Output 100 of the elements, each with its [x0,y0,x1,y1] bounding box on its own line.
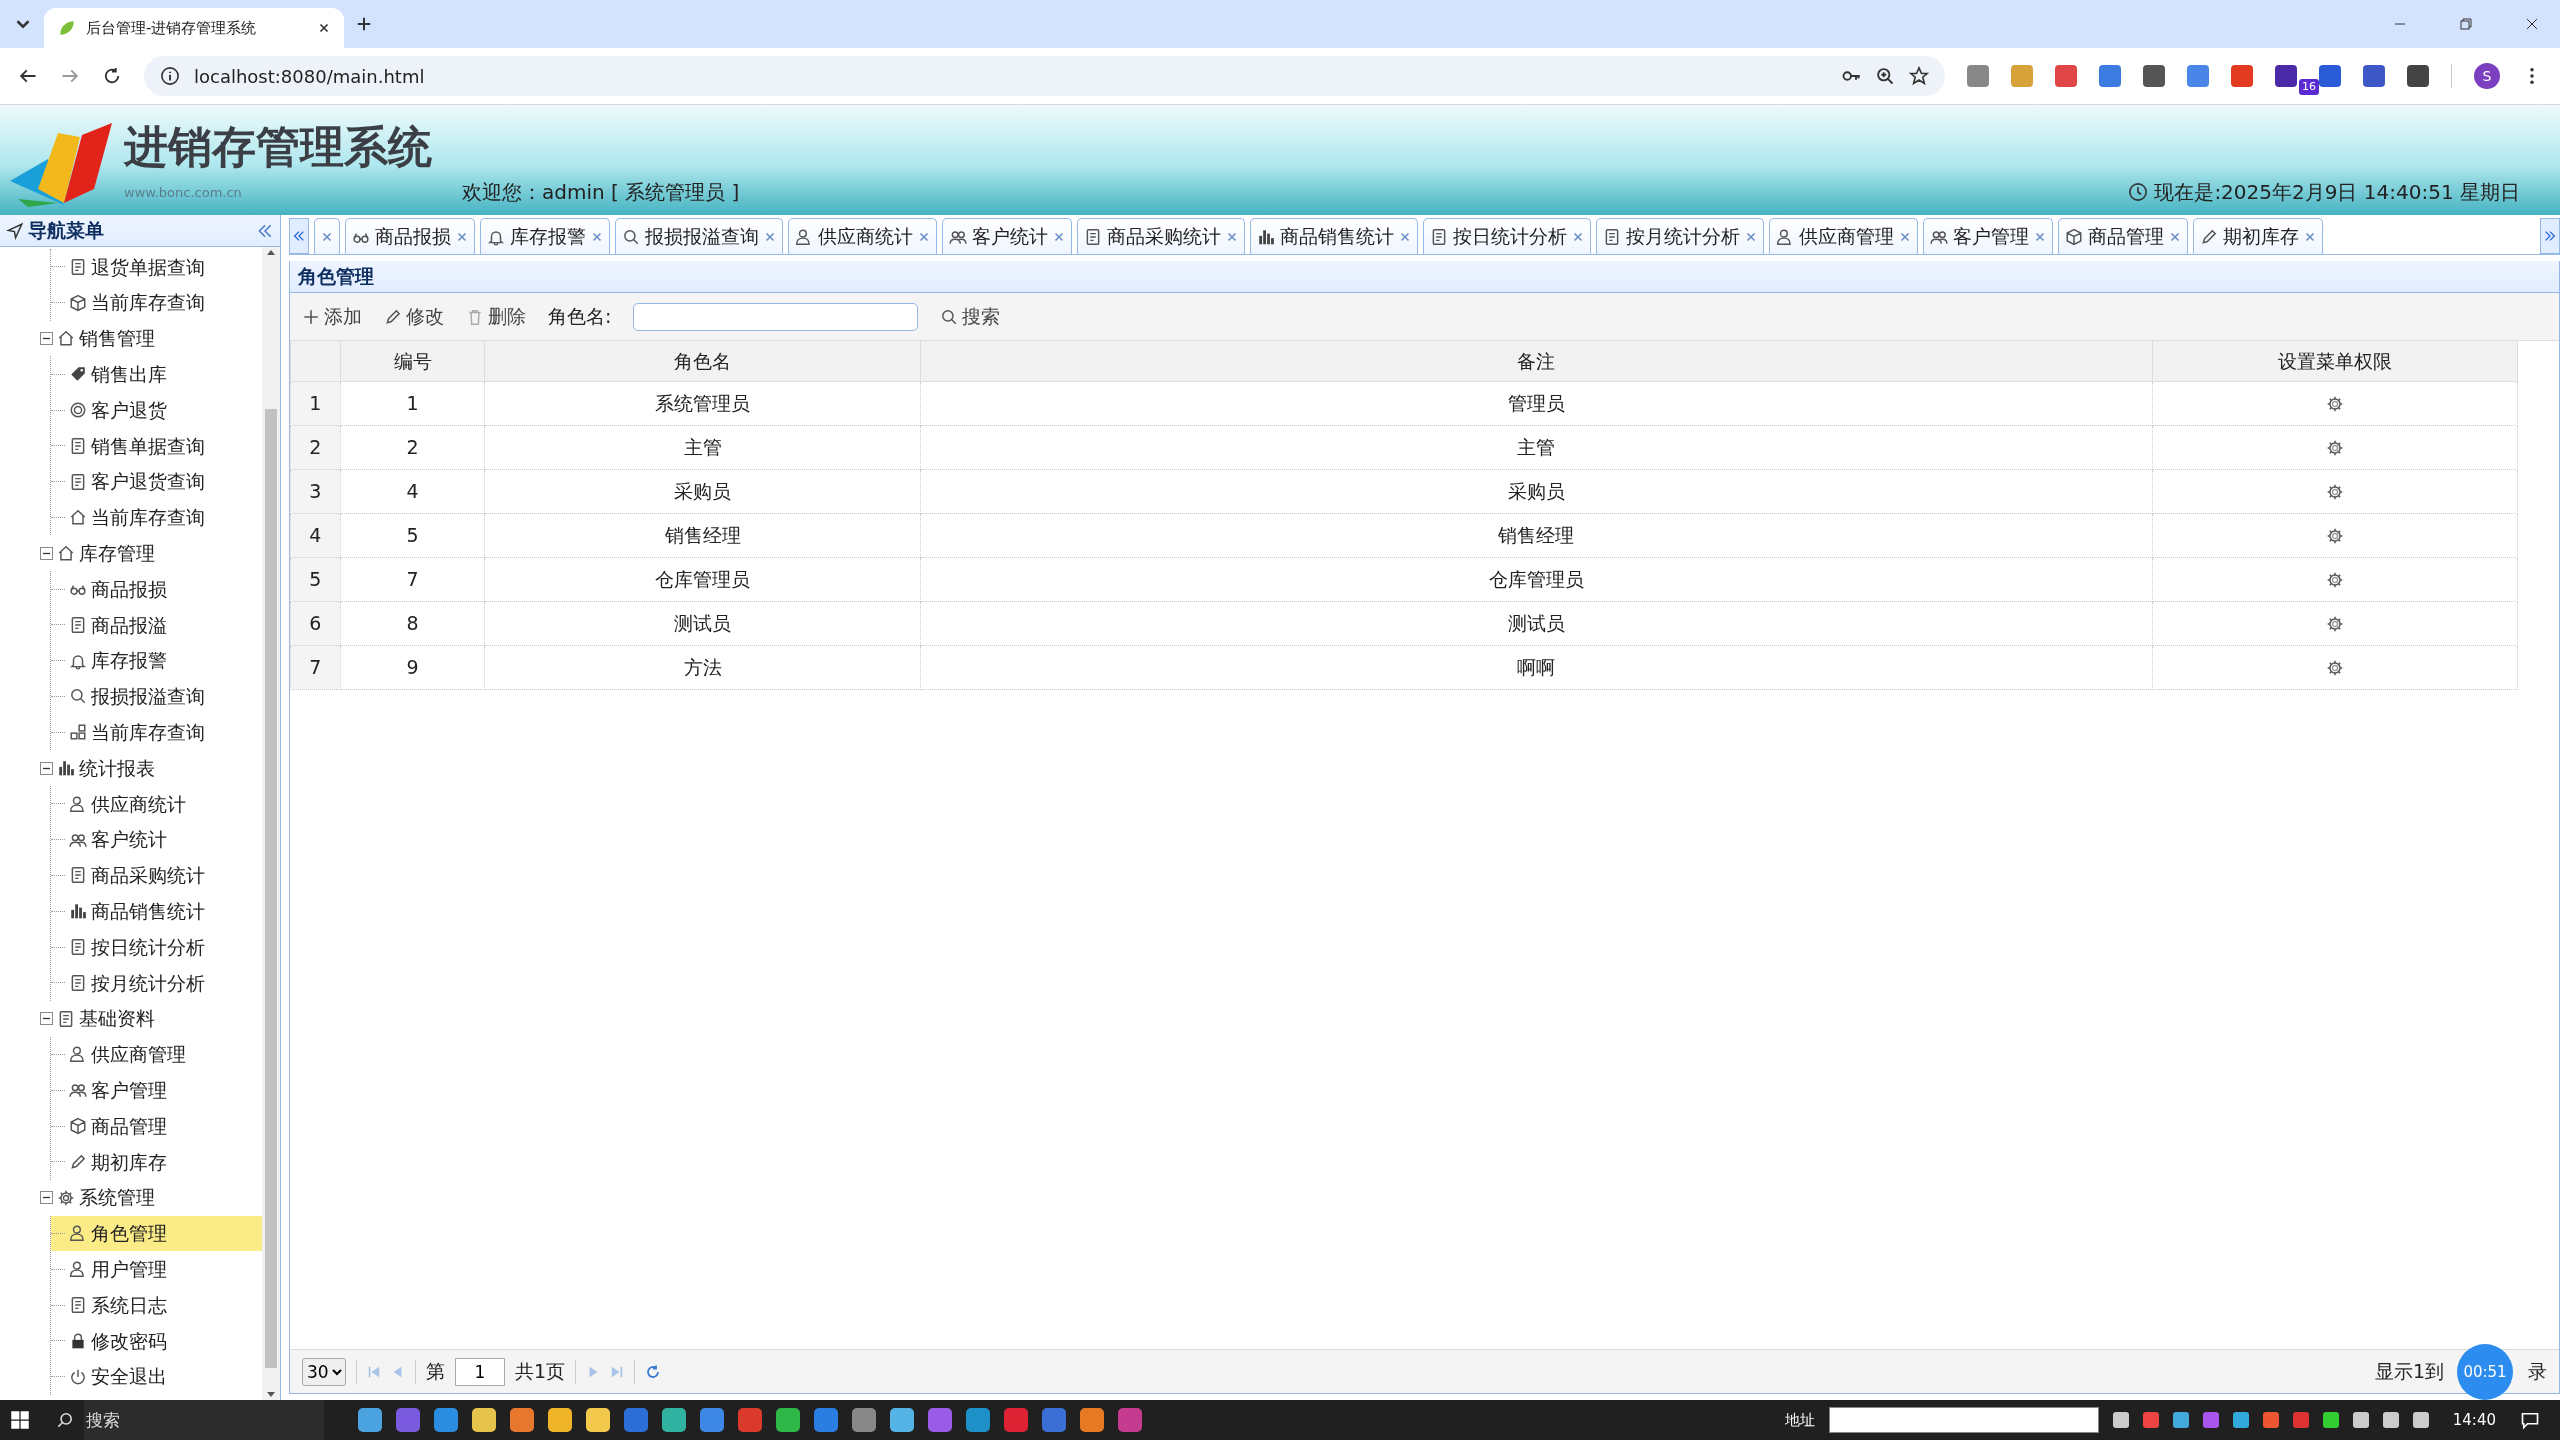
extension-icon[interactable] [2143,65,2165,87]
add-button[interactable]: 添加 [302,302,362,331]
tab[interactable]: 按日统计分析 [1423,218,1591,254]
taskbar-search-field[interactable]: 搜索 [84,1400,324,1440]
tab[interactable]: 商品销售统计 [1250,218,1418,254]
close-icon[interactable] [2524,16,2540,32]
taskbar-app-icon[interactable] [662,1408,686,1432]
tab[interactable]: 客户统计 [942,218,1072,254]
taskbar-app-icon[interactable] [510,1408,534,1432]
tree-item[interactable]: 销售单据查询 [51,428,262,464]
tree-item[interactable]: 客户统计 [51,821,262,858]
tab[interactable]: 供应商管理 [1769,218,1918,254]
tray-icon[interactable] [2322,1412,2339,1428]
tree-item[interactable]: 商品采购统计 [51,857,262,894]
search-button[interactable]: 搜索 [940,302,1001,331]
tray-icon[interactable] [2262,1412,2279,1428]
tray-icon[interactable] [2172,1412,2189,1428]
gear-icon[interactable] [2325,439,2344,458]
taskbar-app-icon[interactable] [852,1408,876,1432]
scroll-right-button[interactable] [2540,218,2560,254]
tree-item[interactable]: 报损报溢查询 [51,678,262,715]
extension-icon[interactable] [2275,65,2297,87]
taskbar-app-icon[interactable] [776,1408,800,1432]
extension-icon[interactable] [2319,65,2341,87]
gear-icon[interactable] [2325,483,2344,502]
taskbar-app-icon[interactable] [1080,1408,1104,1432]
extension-icon[interactable] [2231,65,2253,87]
tree-item[interactable]: 退货单据查询 [51,249,262,285]
tab[interactable]: 客户管理 [1923,218,2053,254]
collapse-toggle-icon[interactable] [40,1191,53,1205]
taskbar-app-icon[interactable] [434,1408,458,1432]
scroll-left-button[interactable] [289,218,309,254]
notification-icon[interactable] [2520,1410,2540,1430]
page-number-field[interactable]: 1 [455,1357,505,1386]
tree-item[interactable]: 商品销售统计 [51,893,262,930]
taskbar-app-icon[interactable] [358,1408,382,1432]
tree-item[interactable]: 客户退货查询 [51,463,262,500]
tree-group-label[interactable]: 统计报表 [79,753,155,783]
windows-start-icon[interactable] [10,1410,30,1430]
tree-item[interactable]: 安全退出 [51,1358,262,1395]
tray-icon[interactable] [2382,1412,2399,1428]
tree-item[interactable]: 商品管理 [51,1108,262,1144]
edit-button[interactable]: 修改 [384,302,444,331]
taskbar-app-icon[interactable] [738,1408,762,1432]
taskbar-app-icon[interactable] [700,1408,724,1432]
gear-icon[interactable] [2325,395,2344,414]
tree-group-label[interactable]: 系统管理 [79,1183,155,1212]
tree-item[interactable]: 按日统计分析 [51,929,262,965]
scrollbar[interactable] [262,247,280,1400]
close-icon[interactable] [318,22,330,34]
tree-group-label[interactable]: 销售管理 [79,324,155,353]
extension-icon[interactable] [2407,65,2429,87]
tab[interactable]: 按月统计分析 [1596,218,1764,254]
tree-item[interactable]: 客户管理 [51,1072,262,1109]
address-bar[interactable]: localhost:8080/main.html [144,56,1945,96]
extension-icon[interactable] [2099,65,2121,87]
taskbar-app-icon[interactable] [472,1408,496,1432]
star-icon[interactable] [1909,66,1929,86]
collapse-toggle-icon[interactable] [40,1012,53,1026]
browser-tab[interactable]: 后台管理-进销存管理系统 [44,8,344,48]
extension-icon[interactable] [2187,65,2209,87]
gear-icon[interactable] [2325,571,2344,590]
collapse-toggle-icon[interactable] [40,546,53,560]
role-name-field[interactable] [633,302,919,331]
taskbar-app-icon[interactable] [928,1408,952,1432]
tree-item[interactable]: 客户退货 [51,392,262,428]
tree-item[interactable]: 当前库存查询 [51,499,262,536]
taskbar-app-icon[interactable] [586,1408,610,1432]
tree-item[interactable]: 库存报警 [51,642,262,679]
taskbar-app-icon[interactable] [966,1408,990,1432]
tab[interactable]: 商品管理 [2058,218,2188,254]
tree-item[interactable]: 当前库存查询 [51,714,262,751]
tray-icon[interactable] [2352,1412,2369,1428]
tray-icon[interactable] [2232,1412,2249,1428]
profile-avatar[interactable]: S [2474,63,2500,89]
tab[interactable]: 报损报溢查询 [615,218,783,254]
tray-icon[interactable] [2142,1412,2159,1428]
tree-item[interactable]: 按月统计分析 [51,964,262,1001]
tree-item[interactable]: 系统日志 [51,1287,262,1323]
taskbar-app-icon[interactable] [548,1408,572,1432]
taskbar-app-icon[interactable] [814,1408,838,1432]
tray-icon[interactable] [2412,1412,2429,1428]
tree-item[interactable]: 角色管理 [51,1215,262,1252]
tree-item[interactable]: 销售出库 [51,356,262,393]
tree-item[interactable]: 供应商管理 [51,1036,262,1073]
collapse-toggle-icon[interactable] [40,761,53,775]
tree-item[interactable]: 商品报溢 [51,606,262,643]
tree-item[interactable]: 修改密码 [51,1322,262,1359]
tab[interactable]: 库存报警 [480,218,610,254]
gear-icon[interactable] [2325,659,2344,678]
refresh-icon[interactable] [645,1363,662,1380]
extension-icon[interactable] [2363,65,2385,87]
tab[interactable]: 商品采购统计 [1077,218,1245,254]
tree-item[interactable]: 供应商统计 [51,785,262,822]
tree-item[interactable]: 期初库存 [51,1143,262,1180]
tree-item[interactable]: 商品报损 [51,571,262,607]
gear-icon[interactable] [2325,615,2344,634]
restore-icon[interactable] [2458,16,2474,32]
gear-icon[interactable] [2325,527,2344,546]
zoom-icon[interactable] [1875,66,1895,86]
